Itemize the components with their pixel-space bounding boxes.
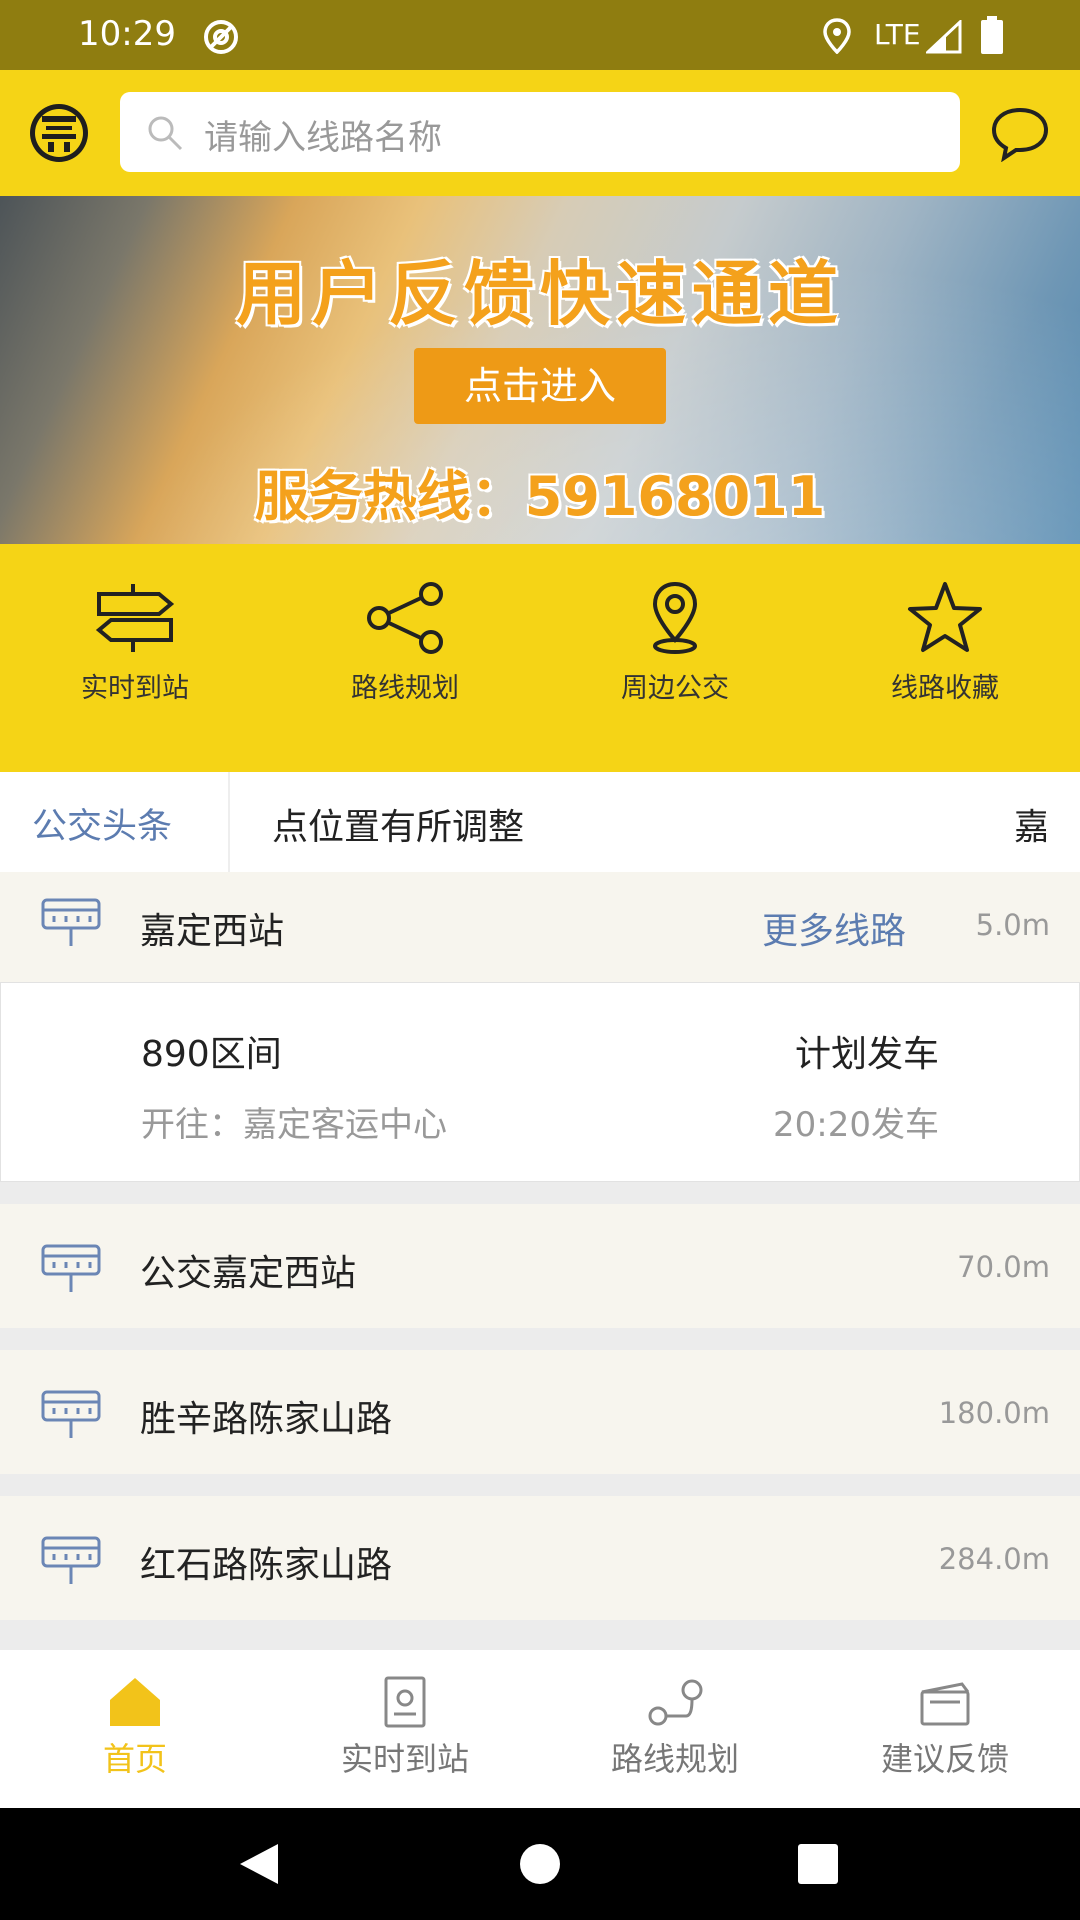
nav-route-planning[interactable]: 路线规划 xyxy=(540,1676,810,1796)
nav-feedback[interactable]: 建议反馈 xyxy=(810,1676,1080,1796)
bus-departure-time: 20:20发车 xyxy=(773,1105,939,1145)
message-icon[interactable] xyxy=(990,106,1050,162)
bus-line-card[interactable]: 890区间 开往：嘉定客运中心 计划发车 20:20发车 xyxy=(0,982,1080,1182)
search-placeholder: 请输入线路名称 xyxy=(204,118,442,158)
battery-icon xyxy=(981,16,1003,54)
bus-stop-icon xyxy=(41,898,101,946)
location-status-icon xyxy=(823,18,851,54)
nav-label: 实时到站 xyxy=(340,1740,469,1778)
quick-label: 线路收藏 xyxy=(891,673,999,704)
station-row[interactable]: 胜辛路陈家山路 180.0m xyxy=(0,1350,1080,1474)
quick-realtime-arrival[interactable]: 实时到站 xyxy=(0,580,270,710)
banner-enter-button[interactable]: 点击进入 xyxy=(414,348,666,424)
station-name: 胜辛路陈家山路 xyxy=(140,1399,393,1440)
bus-stop-icon xyxy=(41,1536,101,1584)
home-circle-icon[interactable] xyxy=(517,1842,563,1886)
nav-home[interactable]: 首页 xyxy=(0,1676,270,1796)
headline-text[interactable]: 点位置有所调整 xyxy=(272,798,524,850)
station-row-main[interactable]: 嘉定西站 更多线路 5.0m xyxy=(0,872,1080,982)
nav-label: 路线规划 xyxy=(610,1740,739,1778)
station-distance: 5.0m xyxy=(975,908,1050,942)
home-icon xyxy=(110,1678,160,1726)
search-input[interactable]: 请输入线路名称 xyxy=(120,92,960,172)
station-name: 公交嘉定西站 xyxy=(140,1253,357,1294)
quick-label: 路线规划 xyxy=(351,673,459,704)
nav-label: 首页 xyxy=(102,1740,167,1778)
quick-nearby-bus[interactable]: 周边公交 xyxy=(540,580,810,710)
quick-route-planning[interactable]: 路线规划 xyxy=(270,580,540,710)
banner-hotline: 服务热线：59168011 xyxy=(254,465,826,528)
quick-label: 周边公交 xyxy=(621,673,729,704)
quick-menu: 实时到站 路线规划 周边公交 线路收藏 xyxy=(0,544,1080,772)
search-icon xyxy=(148,116,183,151)
banner-title: 用户反馈快速通道 xyxy=(236,253,844,335)
headline-text-next[interactable]: 嘉 xyxy=(1014,798,1046,850)
signal-icon xyxy=(926,20,962,54)
quick-label: 实时到站 xyxy=(81,673,189,704)
station-distance: 180.0m xyxy=(938,1396,1050,1430)
back-icon[interactable] xyxy=(236,1842,282,1886)
bus-line-name: 890区间 xyxy=(141,1034,282,1075)
top-header: 请输入线路名称 xyxy=(0,70,1080,196)
station-row[interactable]: 红石路陈家山路 284.0m xyxy=(0,1496,1080,1620)
status-time: 10:29 xyxy=(78,14,176,54)
station-name: 嘉定西站 xyxy=(140,911,285,952)
realtime-icon xyxy=(384,1676,426,1728)
star-icon xyxy=(908,582,982,652)
share-route-icon xyxy=(367,582,443,654)
feedback-icon xyxy=(920,1682,970,1726)
nav-label: 建议反馈 xyxy=(880,1740,1009,1778)
sync-status-icon xyxy=(204,20,238,54)
more-lines-link[interactable]: 更多线路 xyxy=(762,902,906,954)
station-row[interactable]: 公交嘉定西站 70.0m xyxy=(0,1204,1080,1328)
bus-stop-icon xyxy=(41,1390,101,1438)
headline-tag: 公交头条 xyxy=(32,807,173,847)
bus-headline-ticker[interactable]: 公交头条 点位置有所调整 嘉 xyxy=(0,772,1080,872)
feedback-banner[interactable]: 用户反馈快速通道 点击进入 服务热线：59168011 xyxy=(0,196,1080,544)
location-pin-icon xyxy=(652,581,698,654)
bus-status: 计划发车 xyxy=(794,1034,939,1075)
station-name: 红石路陈家山路 xyxy=(140,1545,393,1586)
quick-favorite-lines[interactable]: 线路收藏 xyxy=(810,580,1080,710)
bus-stop-icon xyxy=(41,1244,101,1292)
status-bar: 10:29 LTE xyxy=(0,0,1080,70)
station-distance: 284.0m xyxy=(938,1542,1050,1576)
app-logo-icon[interactable] xyxy=(28,102,90,164)
signpost-icon xyxy=(95,584,175,652)
route-plan-icon xyxy=(648,1679,703,1726)
bottom-navigation: 首页 实时到站 路线规划 建议反馈 xyxy=(0,1650,1080,1808)
headline-divider xyxy=(228,772,230,872)
station-distance: 70.0m xyxy=(957,1250,1050,1284)
bus-destination: 开往：嘉定客运中心 xyxy=(141,1105,447,1145)
android-navigation-bar xyxy=(0,1808,1080,1920)
nav-realtime-arrival[interactable]: 实时到站 xyxy=(270,1676,540,1796)
network-type: LTE xyxy=(874,18,921,51)
recents-icon[interactable] xyxy=(794,1842,840,1886)
